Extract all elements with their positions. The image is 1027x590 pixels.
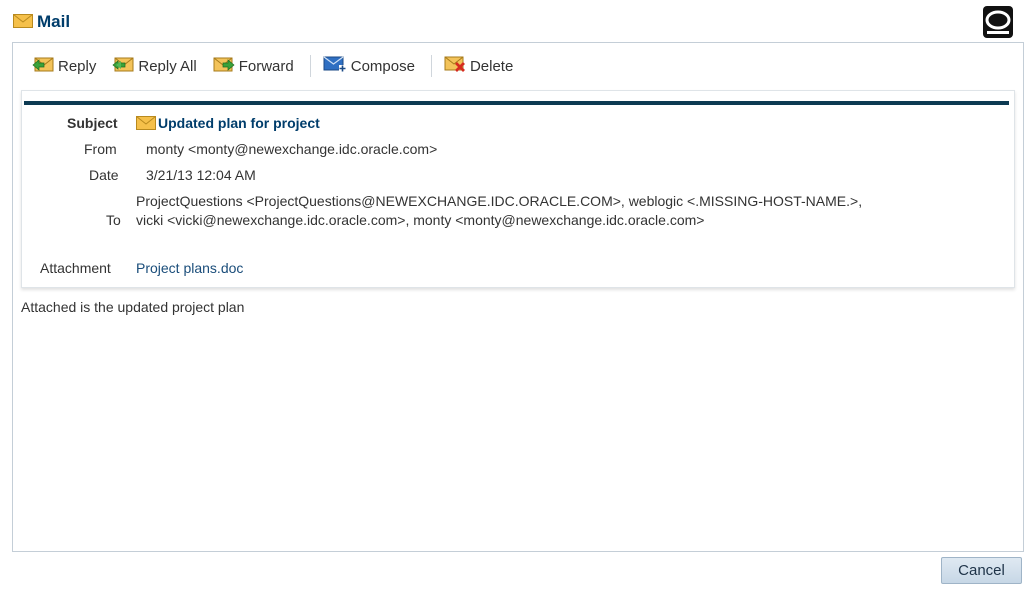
subject-label: Subject (67, 115, 118, 131)
forward-button[interactable]: Forward (213, 55, 294, 77)
oracle-logo-icon (983, 6, 1013, 38)
subject-value: Updated plan for project (136, 115, 320, 131)
date-label: Date (89, 167, 119, 183)
subject-text: Updated plan for project (158, 115, 320, 131)
title-bar: Mail (13, 9, 70, 35)
envelope-icon (13, 13, 33, 31)
message-body: Attached is the updated project plan (21, 299, 245, 315)
compose-icon (323, 55, 351, 77)
delete-button[interactable]: Delete (444, 55, 513, 77)
from-value: monty <monty@newexchange.idc.oracle.com> (146, 141, 438, 157)
window-title: Mail (37, 12, 71, 31)
reply-all-icon (112, 55, 138, 77)
reply-icon (32, 55, 58, 77)
toolbar-separator (430, 55, 432, 77)
attachment-label: Attachment (40, 260, 111, 276)
to-value-line2: vicki <vicki@newexchange.idc.oracle.com>… (136, 212, 705, 228)
from-label: From (84, 141, 117, 157)
reply-all-label: Reply All (138, 57, 197, 75)
to-value-line1: ProjectQuestions <ProjectQuestions@NEWEX… (136, 193, 863, 209)
cancel-button[interactable]: Cancel (941, 557, 1022, 584)
to-label: To (106, 212, 121, 228)
compose-button[interactable]: Compose (323, 55, 415, 77)
reply-button[interactable]: Reply (32, 55, 96, 77)
compose-label: Compose (350, 57, 415, 75)
forward-icon (213, 55, 239, 77)
header-rule (24, 101, 1009, 105)
delete-icon (444, 55, 470, 77)
reply-all-button[interactable]: Reply All (112, 55, 197, 77)
toolbar: Reply Reply All Forward Compose Delete (32, 55, 513, 77)
attachment-link[interactable]: Project plans.doc (136, 260, 243, 276)
delete-label: Delete (469, 57, 514, 75)
reply-label: Reply (58, 57, 97, 75)
envelope-icon (136, 116, 156, 130)
forward-label: Forward (238, 57, 294, 75)
message-header: Subject Updated plan for project From mo… (21, 90, 1015, 288)
toolbar-separator (309, 55, 311, 77)
date-value: 3/21/13 12:04 AM (146, 167, 256, 183)
mail-panel: Reply Reply All Forward Compose Delete S… (12, 42, 1024, 552)
